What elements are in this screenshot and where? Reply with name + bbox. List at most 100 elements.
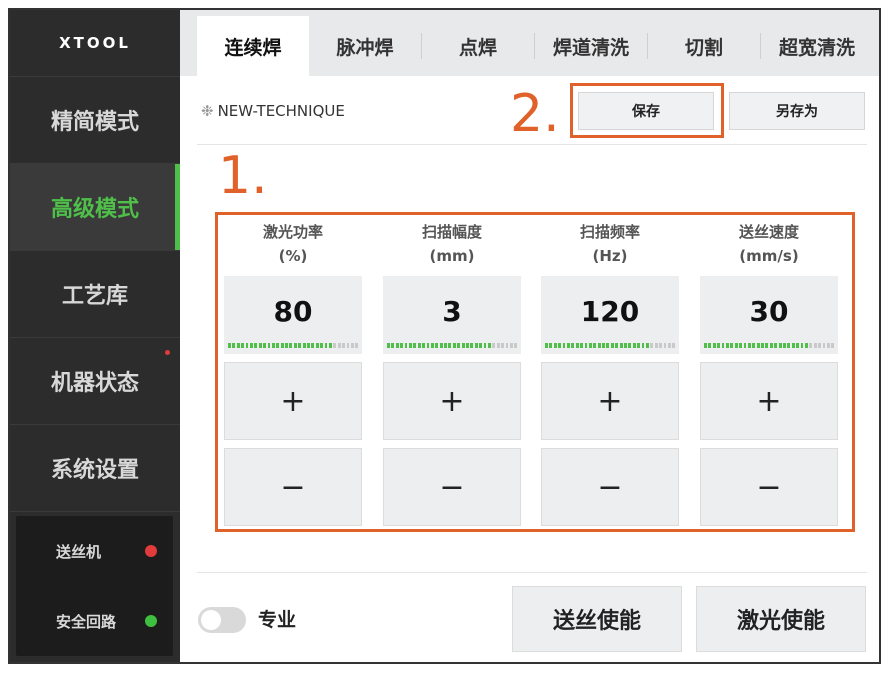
sidebar-item-label: 机器状态 xyxy=(50,371,139,396)
level-segment xyxy=(263,343,267,348)
pro-mode-toggle[interactable] xyxy=(198,607,246,633)
technique-name[interactable]: ❉ NEW-TECHNIQUE xyxy=(201,102,345,120)
param-label: 扫描幅度 (mm) xyxy=(383,220,521,276)
level-segment xyxy=(439,343,443,348)
level-segment xyxy=(734,343,738,348)
sidebar-item-machine-status[interactable]: 机器状态 xyxy=(10,338,180,425)
tab-wide-cleaning[interactable]: 超宽清洗 xyxy=(761,16,873,76)
status-wire-feeder: 送丝机 xyxy=(16,516,173,586)
increase-button[interactable]: + xyxy=(541,362,679,440)
level-segment xyxy=(822,343,826,348)
param-name: 激光功率 xyxy=(262,223,323,241)
increase-button[interactable]: + xyxy=(224,362,362,440)
level-segment xyxy=(448,343,452,348)
level-segment xyxy=(302,343,306,348)
level-segment xyxy=(747,343,751,348)
level-segment xyxy=(787,343,791,348)
level-segment xyxy=(765,343,769,348)
save-as-button[interactable]: 另存为 xyxy=(729,92,865,130)
level-segment xyxy=(346,343,350,348)
param-value-display[interactable]: 30 xyxy=(700,276,838,354)
level-segment xyxy=(391,343,395,348)
level-segment xyxy=(619,343,623,348)
laser-enable-button[interactable]: 激光使能 xyxy=(696,586,866,652)
level-segment xyxy=(645,343,649,348)
level-bar xyxy=(228,343,359,348)
level-segment xyxy=(404,343,408,348)
tab-pulse-weld[interactable]: 脉冲焊 xyxy=(309,16,421,76)
level-segment xyxy=(320,343,324,348)
param-value-display[interactable]: 120 xyxy=(541,276,679,354)
sidebar: XTOOL 精简模式 高级模式 工艺库 机器状态 系统设置 送丝机 安全回路 xyxy=(10,10,180,662)
level-segment xyxy=(337,343,341,348)
param-value: 30 xyxy=(749,294,789,328)
level-segment xyxy=(387,343,390,348)
level-segment xyxy=(580,343,584,348)
decrease-button[interactable]: − xyxy=(700,448,838,526)
level-segment xyxy=(584,343,588,348)
increase-button[interactable]: + xyxy=(383,362,521,440)
level-segment xyxy=(774,343,778,348)
level-segment xyxy=(271,343,275,348)
level-segment xyxy=(228,343,231,348)
sidebar-item-simple-mode[interactable]: 精简模式 xyxy=(10,77,180,164)
level-segment xyxy=(276,343,280,348)
param-label: 送丝速度 (mm/s) xyxy=(700,220,838,276)
decrease-button[interactable]: − xyxy=(383,448,521,526)
level-segment xyxy=(461,343,465,348)
sidebar-item-advanced-mode[interactable]: 高级模式 xyxy=(10,164,180,251)
notification-dot-icon xyxy=(165,350,170,355)
tab-label: 切割 xyxy=(684,36,723,59)
level-segment xyxy=(721,343,725,348)
tab-seam-cleaning[interactable]: 焊道清洗 xyxy=(535,16,647,76)
technique-label: NEW-TECHNIQUE xyxy=(217,102,345,120)
level-segment xyxy=(280,343,284,348)
level-segment xyxy=(452,343,456,348)
param-unit: (Hz) xyxy=(592,247,628,265)
param-laser-power: 激光功率 (%) 80 + − xyxy=(224,220,362,526)
level-segment xyxy=(818,343,822,348)
param-value: 3 xyxy=(442,294,462,328)
increase-button[interactable]: + xyxy=(700,362,838,440)
level-segment xyxy=(804,343,808,348)
param-scan-width: 扫描幅度 (mm) 3 + − xyxy=(383,220,521,526)
level-segment xyxy=(553,343,557,348)
level-segment xyxy=(624,343,627,348)
decrease-button[interactable]: − xyxy=(541,448,679,526)
level-segment xyxy=(254,343,258,348)
param-unit: (%) xyxy=(278,247,308,265)
level-segment xyxy=(704,343,707,348)
level-segment xyxy=(289,343,293,348)
level-segment xyxy=(249,343,253,348)
tab-continuous-weld[interactable]: 连续焊 xyxy=(197,16,309,76)
decrease-button[interactable]: − xyxy=(224,448,362,526)
status-label: 安全回路 xyxy=(56,612,117,631)
level-segment xyxy=(615,343,619,348)
level-segment xyxy=(501,343,505,348)
tab-spot-weld[interactable]: 点焊 xyxy=(422,16,534,76)
param-value-display[interactable]: 3 xyxy=(383,276,521,354)
sparkle-icon: ❉ xyxy=(201,102,214,120)
level-segment xyxy=(641,343,645,348)
level-segment xyxy=(654,343,658,348)
level-segment xyxy=(667,343,671,348)
level-segment xyxy=(245,343,249,348)
level-segment xyxy=(778,343,782,348)
level-segment xyxy=(588,343,592,348)
level-segment xyxy=(395,343,399,348)
sidebar-item-process-library[interactable]: 工艺库 xyxy=(10,251,180,338)
param-value-display[interactable]: 80 xyxy=(224,276,362,354)
level-segment xyxy=(496,343,500,348)
wire-feed-enable-button[interactable]: 送丝使能 xyxy=(512,586,682,652)
annotation-box-2 xyxy=(570,83,724,138)
level-bar xyxy=(387,343,518,348)
level-segment xyxy=(232,343,236,348)
status-panel: 送丝机 安全回路 xyxy=(16,516,173,656)
sidebar-item-system-settings[interactable]: 系统设置 xyxy=(10,425,180,512)
level-segment xyxy=(566,343,570,348)
pro-mode-label: 专业 xyxy=(258,609,297,631)
level-segment xyxy=(571,343,575,348)
tab-cutting[interactable]: 切割 xyxy=(648,16,760,76)
level-segment xyxy=(479,343,483,348)
level-segment xyxy=(739,343,743,348)
